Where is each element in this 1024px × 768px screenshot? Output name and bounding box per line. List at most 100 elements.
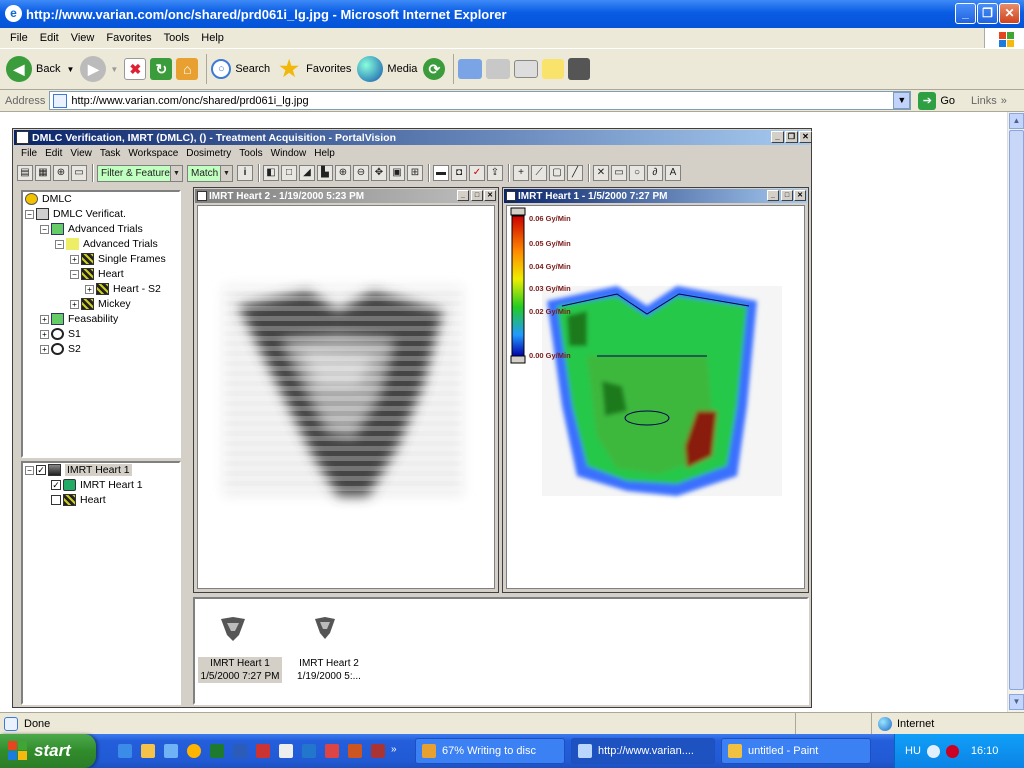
scale-up-icon[interactable] [510, 207, 526, 216]
tree-item-dmlc-verification[interactable]: − DMLC Verificat. [25, 208, 126, 220]
expand-icon[interactable]: + [70, 254, 79, 264]
tree-item-single-frames[interactable]: + Single Frames [70, 253, 166, 265]
media-button[interactable]: Media [357, 56, 417, 82]
scroll-up-icon[interactable]: ▲ [1009, 113, 1024, 129]
minimize-button[interactable]: _ [955, 3, 976, 24]
print-icon[interactable] [486, 59, 511, 79]
ellipse-icon[interactable]: ○ [629, 165, 645, 181]
checkbox[interactable]: ✓ [36, 465, 46, 475]
pan-icon[interactable]: ✥ [371, 165, 387, 181]
fit-icon[interactable]: ▣ [389, 165, 405, 181]
child-maximize-button[interactable]: □ [471, 190, 483, 201]
menu-file[interactable]: File [4, 32, 34, 44]
tray-icon[interactable] [926, 744, 940, 758]
pv-menu-window[interactable]: Window [267, 148, 311, 159]
pv-minimize-button[interactable]: _ [771, 131, 784, 143]
address-input[interactable]: http://www.varian.com/onc/shared/prd061i… [49, 91, 912, 110]
histogram-icon[interactable]: ▙ [317, 165, 333, 181]
box-icon[interactable]: ▢ [549, 165, 565, 181]
messenger-icon[interactable] [568, 58, 591, 80]
freehand-icon[interactable]: ∂ [647, 165, 663, 181]
task-ie[interactable]: http://www.varian.... [571, 738, 715, 764]
target-icon[interactable]: ⊕ [53, 165, 69, 181]
excel-quicklaunch-icon[interactable] [210, 744, 224, 758]
go-button[interactable]: ➔ Go [918, 91, 955, 110]
media-quicklaunch-icon[interactable] [187, 744, 201, 758]
language-indicator[interactable]: HU [905, 745, 921, 757]
pv-menu-workspace[interactable]: Workspace [124, 148, 182, 159]
expand-icon[interactable]: + [40, 329, 49, 339]
tree-item-feasability[interactable]: + Feasability [40, 313, 118, 325]
close-button[interactable]: ✕ [999, 3, 1020, 24]
home-icon[interactable]: ⌂ [176, 58, 199, 80]
menu-edit[interactable]: Edit [34, 32, 65, 44]
folder-quicklaunch-icon[interactable] [141, 744, 155, 758]
pv-menu-help[interactable]: Help [310, 148, 339, 159]
tree-item-advanced-trials-sub[interactable]: − Advanced Trials [55, 238, 158, 250]
scroll-down-icon[interactable]: ▼ [1009, 694, 1024, 710]
menu-help[interactable]: Help [195, 32, 230, 44]
thumbnail-caption-1[interactable]: IMRT Heart 1 1/5/2000 7:27 PM [198, 657, 282, 683]
filter-feature-select[interactable]: Filter & Feature ▼ [97, 164, 183, 182]
collapse-icon[interactable]: − [55, 239, 64, 249]
app-quicklaunch-icon[interactable] [256, 744, 270, 758]
collapse-icon[interactable]: − [40, 224, 49, 234]
tree-item-heart[interactable]: − Heart [70, 268, 124, 280]
export-icon[interactable]: ⇪ [487, 165, 503, 181]
links-chevron-icon[interactable]: » [1001, 95, 1007, 107]
menu-view[interactable]: View [65, 32, 101, 44]
word-quicklaunch-icon[interactable] [233, 744, 247, 758]
search-button[interactable]: ○ Search [211, 59, 270, 79]
dose-image-view[interactable]: 0.06 Gy/Min 0.05 Gy/Min 0.04 Gy/Min 0.03… [506, 205, 805, 589]
back-button[interactable]: ◀ Back ▼ [6, 56, 74, 82]
tree-item-s1[interactable]: + S1 [40, 328, 81, 340]
child-maximize-button[interactable]: □ [781, 190, 793, 201]
zoom-out-icon[interactable]: ⊖ [353, 165, 369, 181]
check-icon[interactable]: ✓ [469, 165, 485, 181]
thumbnail-image-1[interactable] [215, 613, 251, 643]
child-close-button[interactable]: ✕ [794, 190, 806, 201]
menu-tools[interactable]: Tools [158, 32, 196, 44]
text-tool-icon[interactable]: A [665, 165, 681, 181]
child-close-button[interactable]: ✕ [484, 190, 496, 201]
open-icon[interactable]: ▤ [17, 165, 33, 181]
restore-button[interactable]: ❐ [977, 3, 998, 24]
thumbnail-image-2[interactable] [307, 613, 343, 643]
scroll-thumb[interactable] [1009, 130, 1024, 690]
tree-item-advanced-trials[interactable]: − Advanced Trials [40, 223, 143, 235]
pv-menu-file[interactable]: File [17, 148, 41, 159]
edit-icon[interactable] [514, 60, 539, 78]
task-paint[interactable]: untitled - Paint [721, 738, 871, 764]
portal-image-view[interactable] [197, 205, 495, 589]
forward-button[interactable]: ▶ ▼ [80, 56, 118, 82]
expand-icon[interactable]: + [70, 299, 79, 309]
address-dropdown-icon[interactable]: ▼ [893, 92, 911, 109]
antivirus-icon[interactable] [945, 744, 959, 758]
checkbox[interactable]: ✓ [51, 480, 61, 490]
thumbnail-caption-2[interactable]: IMRT Heart 2 1/19/2000 5:... [291, 657, 367, 683]
pv-close-button[interactable]: ✕ [799, 131, 812, 143]
pv-menu-dosimetry[interactable]: Dosimetry [182, 148, 235, 159]
pv-menu-task[interactable]: Task [96, 148, 125, 159]
zoom-in-icon[interactable]: ⊕ [335, 165, 351, 181]
frame-icon[interactable]: ◧ [263, 165, 279, 181]
collapse-icon[interactable]: − [70, 269, 79, 279]
camera-icon[interactable]: ◘ [451, 165, 467, 181]
ie-quicklaunch-icon[interactable] [118, 744, 132, 758]
links-button[interactable]: Links [971, 95, 997, 107]
tree-item-s2[interactable]: + S2 [40, 343, 81, 355]
expand-icon[interactable]: + [40, 314, 49, 324]
tree2-item-heart[interactable]: Heart [40, 494, 106, 506]
collapse-icon[interactable]: − [25, 465, 34, 475]
line-icon[interactable]: ╱ [567, 165, 583, 181]
print-icon[interactable]: ▭ [71, 165, 87, 181]
crosshair-icon[interactable]: + [513, 165, 529, 181]
pv-menu-edit[interactable]: Edit [41, 148, 66, 159]
child-minimize-button[interactable]: _ [767, 190, 779, 201]
quicklaunch-chevron-icon[interactable]: » [391, 744, 401, 758]
acrobat-quicklaunch-icon[interactable] [325, 744, 339, 758]
history-icon[interactable]: ⟳ [423, 58, 446, 80]
pv-restore-button[interactable]: ❐ [785, 131, 798, 143]
save-icon[interactable]: ▦ [35, 165, 51, 181]
child-minimize-button[interactable]: _ [457, 190, 469, 201]
